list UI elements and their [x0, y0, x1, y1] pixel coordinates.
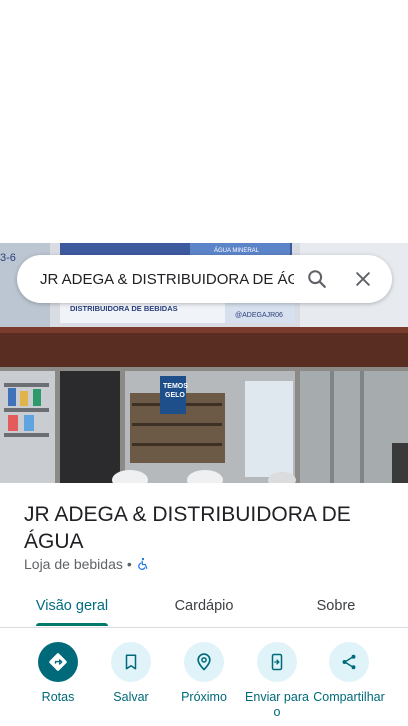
nearby-label: Próximo — [181, 690, 227, 704]
separator-dot: • — [126, 556, 132, 572]
share-icon — [342, 654, 356, 670]
left-sign-fragment: 3-6 — [0, 252, 16, 264]
directions-circle — [38, 642, 78, 682]
bookmark-icon — [125, 654, 137, 670]
tab-about[interactable]: Sobre — [264, 584, 408, 627]
send-to-phone-circle — [257, 642, 297, 682]
search-icon — [308, 270, 326, 288]
banner-text: DISTRIBUIDORA DE BEBIDAS — [70, 304, 178, 313]
directions-button[interactable]: Rotas — [18, 642, 98, 705]
share-button[interactable]: Compartilhar — [309, 642, 389, 705]
tab-overview[interactable]: Visão geral — [0, 584, 144, 627]
send-to-phone-icon — [271, 653, 283, 671]
tab-menu[interactable]: Cardápio — [132, 584, 276, 627]
search-button[interactable] — [294, 255, 340, 303]
send-to-phone-button[interactable]: Enviar para o — [237, 642, 317, 720]
share-label: Compartilhar — [313, 690, 385, 704]
nearby-button[interactable]: Próximo — [164, 642, 244, 705]
ice-sign-line1: TEMOS — [163, 383, 188, 390]
send-to-phone-label: Enviar para o — [245, 690, 309, 719]
directions-label: Rotas — [41, 690, 75, 704]
nearby-circle — [184, 642, 224, 682]
save-circle — [111, 642, 151, 682]
search-bar[interactable]: JR ADEGA & DISTRIBUIDORA DE ÁG — [17, 255, 392, 303]
place-category: Loja de bebidas — [24, 556, 123, 572]
save-button[interactable]: Salvar — [91, 642, 171, 705]
search-query[interactable]: JR ADEGA & DISTRIBUIDORA DE ÁG — [17, 271, 294, 288]
water-sign: ÁGUA MINERAL — [214, 247, 260, 254]
wheelchair-accessible-icon — [137, 557, 148, 570]
ice-sign-line2: GELO — [165, 392, 185, 399]
directions-icon — [49, 653, 67, 671]
place-tabs: Visão geral Cardápio Sobre — [0, 584, 408, 628]
clear-search-button[interactable] — [340, 255, 386, 303]
save-label: Salvar — [113, 690, 149, 704]
instagram-handle: @ADEGAJR06 — [235, 312, 283, 319]
nearby-icon — [197, 653, 211, 671]
place-subtitle: Loja de bebidas • — [24, 556, 150, 572]
close-icon — [356, 272, 370, 286]
place-title: JR ADEGA & DISTRIBUIDORA DE ÁGUA — [24, 503, 351, 553]
active-tab-indicator — [36, 623, 108, 626]
share-circle — [329, 642, 369, 682]
